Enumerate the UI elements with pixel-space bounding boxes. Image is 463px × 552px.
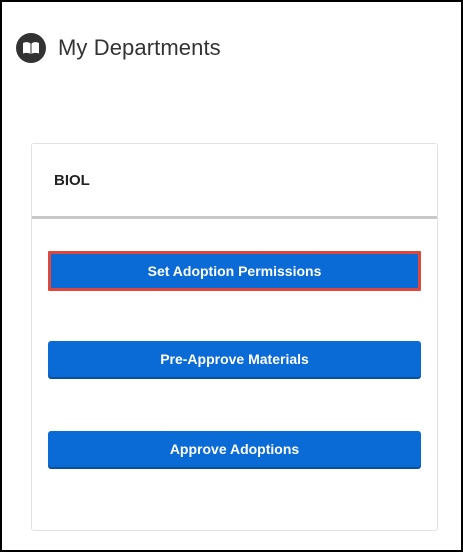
department-card: BIOL Set Adoption Permissions Pre-Approv… (31, 143, 438, 531)
department-card-header: BIOL (32, 144, 437, 219)
page-title: My Departments (58, 35, 221, 60)
screenshot-frame: My Departments BIOL Set Adoption Permiss… (0, 0, 463, 552)
approve-adoptions-button[interactable]: Approve Adoptions (48, 431, 421, 467)
book-icon (16, 33, 46, 63)
page-header: My Departments (16, 32, 221, 64)
pre-approve-materials-button[interactable]: Pre-Approve Materials (48, 341, 421, 377)
set-adoption-permissions-button[interactable]: Set Adoption Permissions (48, 251, 421, 291)
department-code: BIOL (54, 171, 90, 189)
